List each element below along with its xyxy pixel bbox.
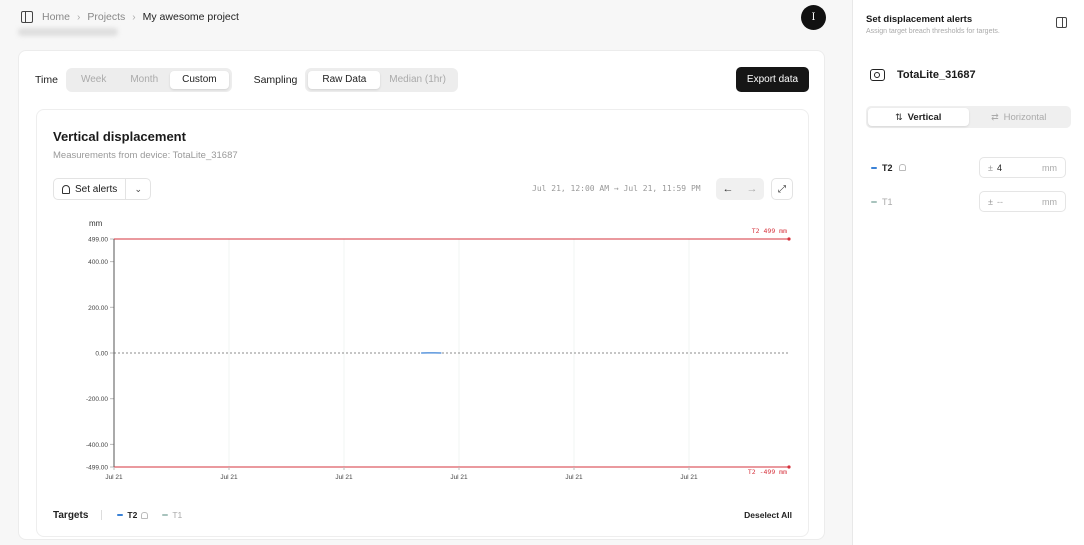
t1-swatch <box>871 200 877 203</box>
threshold-value-t1[interactable]: -- <box>997 197 1042 207</box>
orientation-vertical-label: Vertical <box>907 111 942 123</box>
target-t1-label: T1 <box>172 510 183 520</box>
alert-t2-label: T2 <box>882 162 893 173</box>
target-t1[interactable]: T1 <box>162 510 182 520</box>
breadcrumb-projects[interactable]: Projects <box>87 11 125 23</box>
blurred-subtitle <box>18 28 118 36</box>
targets-legend: Targets T2 T1 Deselect All <box>53 505 792 525</box>
orientation-vertical[interactable]: ⇅ Vertical <box>868 108 969 126</box>
chart-title: Vertical displacement <box>53 129 186 144</box>
chart-subtitle: Measurements from device: TotaLite_31687 <box>53 150 238 161</box>
main-card: Time Week Month Custom Sampling Raw Data… <box>18 50 825 540</box>
alert-row-t2: T2 ± 4 mm <box>871 157 1067 178</box>
sort-vertical-icon: ⇅ <box>895 111 903 122</box>
arrow-left-icon[interactable]: ← <box>716 178 740 200</box>
set-alerts-label: Set alerts <box>75 183 118 195</box>
device-name: TotaLite_31687 <box>897 69 976 81</box>
sampling-option-raw[interactable]: Raw Data <box>308 71 381 89</box>
orientation-horizontal[interactable]: ⇄ Horizontal <box>969 108 1070 126</box>
time-option-month[interactable]: Month <box>118 71 170 89</box>
x-tick-label: Jul 21 <box>335 474 353 481</box>
y-tick-label: 200.00 <box>88 305 108 312</box>
bell-icon <box>898 164 906 171</box>
divider <box>101 510 103 520</box>
breadcrumb: Home › Projects › My awesome project <box>42 11 239 23</box>
x-tick-label: Jul 21 <box>565 474 583 481</box>
plus-minus-prefix: ± <box>988 196 993 207</box>
y-tick-label: -200.00 <box>86 396 108 403</box>
alerts-panel: Set displacement alerts Assign target br… <box>852 0 1084 545</box>
y-tick-label: 499.00 <box>88 237 108 244</box>
arrow-right-icon[interactable]: → <box>740 178 764 200</box>
t1-swatch <box>162 514 169 516</box>
date-nav: ← → <box>716 178 764 200</box>
top-bar: Home › Projects › My awesome project I <box>0 0 846 36</box>
device-header: TotaLite_31687 <box>870 69 976 81</box>
filter-controls: Time Week Month Custom Sampling Raw Data… <box>35 68 458 92</box>
t2-swatch <box>117 514 124 516</box>
expand-icon[interactable]: ⤢ <box>771 178 793 200</box>
panel-subtitle: Assign target breach thresholds for targ… <box>866 28 1000 35</box>
y-tick-label: -499.00 <box>86 465 108 472</box>
threshold-input-t2[interactable]: ± 4 mm <box>979 157 1066 178</box>
sampling-option-median[interactable]: Median (1hr) <box>380 71 455 89</box>
alert-row-t1: T1 ± -- mm <box>871 191 1067 212</box>
threshold-label: T2 -499 mm <box>748 468 787 476</box>
displacement-chart: mm 499.00 400.00 200.00 0.00 -200.00 -400.00 -4… <box>86 219 791 481</box>
t2-swatch <box>871 166 877 169</box>
threshold-value-t2[interactable]: 4 <box>997 163 1042 173</box>
y-tick-label: -400.00 <box>86 442 108 449</box>
avatar[interactable]: I <box>801 5 826 30</box>
bell-icon <box>62 184 70 194</box>
x-tick-label: Jul 21 <box>105 474 123 481</box>
orientation-segmented-control: ⇅ Vertical ⇄ Horizontal <box>866 106 1071 128</box>
target-t2[interactable]: T2 <box>117 510 149 520</box>
targets-label: Targets <box>53 509 89 521</box>
export-data-button[interactable]: Export data <box>736 67 809 92</box>
y-tick-label: 0.00 <box>95 351 108 358</box>
chart-card: Vertical displacement Measurements from … <box>36 109 809 537</box>
set-alerts-button[interactable]: Set alerts ⌄ <box>53 178 152 200</box>
time-segmented-control: Week Month Custom <box>65 68 232 92</box>
swap-horizontal-icon: ⇄ <box>991 111 999 122</box>
threshold-unit: mm <box>1042 196 1057 207</box>
deselect-all-button[interactable]: Deselect All <box>744 510 792 520</box>
breadcrumb-home[interactable]: Home <box>42 11 70 23</box>
y-tick-label: 400.00 <box>88 259 108 266</box>
time-option-custom[interactable]: Custom <box>170 71 229 89</box>
sampling-label: Sampling <box>253 74 298 86</box>
threshold-marker <box>787 465 791 469</box>
threshold-label: T2 499 mm <box>752 227 787 235</box>
y-axis-unit: mm <box>89 219 103 228</box>
panel-toggle-icon[interactable] <box>1056 17 1067 28</box>
plus-minus-prefix: ± <box>988 162 993 173</box>
chevron-right-icon: › <box>77 11 81 23</box>
device-icon <box>870 69 885 81</box>
target-t2-label: T2 <box>127 510 138 520</box>
x-tick-label: Jul 21 <box>450 474 468 481</box>
time-option-week[interactable]: Week <box>69 71 118 89</box>
orientation-horizontal-label: Horizontal <box>1003 111 1047 123</box>
chevron-down-icon[interactable]: ⌄ <box>126 179 150 199</box>
set-alerts-main[interactable]: Set alerts <box>54 179 127 199</box>
sampling-segmented-control: Raw Data Median (1hr) <box>305 68 458 92</box>
threshold-input-t1[interactable]: ± -- mm <box>979 191 1066 212</box>
date-range: Jul 21, 12:00 AM → Jul 21, 11:59 PM <box>532 184 701 193</box>
alert-t1-label: T1 <box>882 196 893 207</box>
x-tick-label: Jul 21 <box>680 474 698 481</box>
chevron-right-icon: › <box>132 11 136 23</box>
threshold-unit: mm <box>1042 162 1057 173</box>
bell-icon <box>141 511 149 519</box>
sidebar-toggle-icon[interactable] <box>21 11 33 23</box>
breadcrumb-current: My awesome project <box>142 11 239 23</box>
time-label: Time <box>35 74 58 86</box>
x-tick-label: Jul 21 <box>220 474 238 481</box>
panel-title: Set displacement alerts <box>866 14 973 25</box>
threshold-marker <box>787 237 791 241</box>
